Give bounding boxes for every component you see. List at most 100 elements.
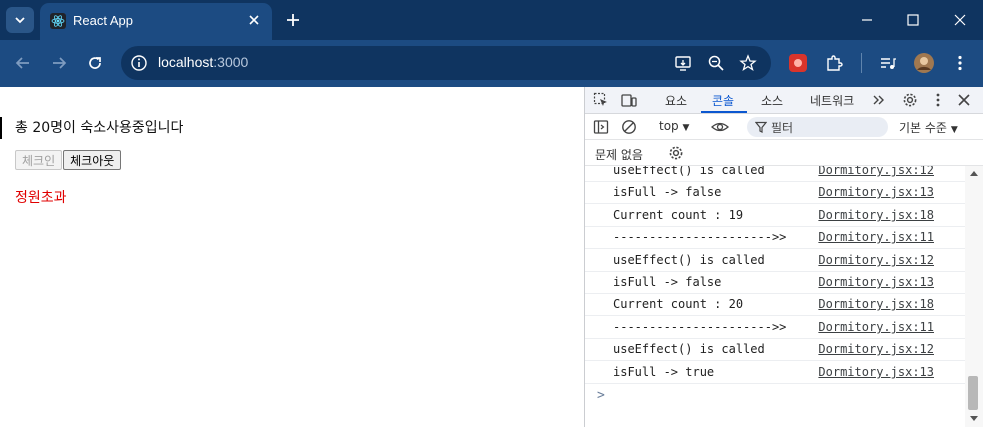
console-filter-bar: top ▼ 필터 기본 수준 ▼	[585, 114, 983, 140]
log-message: isFull -> false	[613, 185, 722, 199]
kebab-menu-icon	[936, 93, 940, 107]
forward-button[interactable]	[49, 53, 69, 73]
tab-title: React App	[73, 13, 133, 28]
page-edge-marker	[0, 117, 2, 139]
log-source-link[interactable]: Dormitory.jsx:13	[818, 275, 934, 289]
tab-sources[interactable]: 소스	[761, 92, 783, 109]
device-toolbar-button[interactable]	[620, 91, 638, 109]
arrow-right-icon	[53, 57, 67, 69]
browser-toolbar: localhost:3000	[0, 40, 983, 87]
reload-button[interactable]	[85, 53, 105, 73]
avatar	[914, 53, 934, 73]
sidebar-toggle-button[interactable]	[592, 118, 610, 136]
issues-bar: 문제 없음	[585, 140, 983, 166]
log-message: isFull -> false	[613, 275, 722, 289]
scroll-up-icon[interactable]	[970, 170, 978, 178]
log-message: useEffect() is called	[613, 253, 765, 267]
devtools-menu-button[interactable]	[929, 91, 947, 109]
dropdown-arrow-icon: ▼	[950, 125, 958, 135]
log-message: Current count : 20	[613, 297, 744, 311]
log-row: isFull -> true Dormitory.jsx:13	[585, 362, 965, 384]
profile-button[interactable]	[913, 52, 935, 74]
active-tab-indicator	[701, 111, 747, 113]
devtools-tabbar: 요소 콘솔 소스 네트워크	[585, 87, 983, 114]
log-row: Current count : 20 Dormitory.jsx:18	[585, 294, 965, 316]
checkin-button[interactable]: 체크인	[15, 150, 63, 170]
log-row: useEffect() is called Dormitory.jsx:12	[585, 166, 965, 182]
log-message: isFull -> true	[613, 365, 715, 379]
inspect-element-button[interactable]	[592, 91, 610, 109]
clear-console-button[interactable]	[620, 118, 638, 136]
browser-menu-button[interactable]	[950, 53, 970, 73]
log-source-link[interactable]: Dormitory.jsx:12	[818, 342, 934, 356]
page-viewport: 총 20명이 숙소사용중입니다 체크인 체크아웃 정원초과	[0, 87, 584, 427]
gear-icon	[669, 146, 683, 160]
minimize-icon[interactable]	[859, 12, 875, 28]
console-settings-button[interactable]	[667, 144, 685, 162]
log-level-select[interactable]: 기본 수준 ▼	[899, 119, 958, 136]
scroll-thumb[interactable]	[968, 376, 978, 410]
url-port: :3000	[213, 54, 249, 70]
checkout-button[interactable]: 체크아웃	[63, 150, 122, 170]
issues-text: 문제 없음	[595, 148, 643, 162]
new-tab-icon[interactable]	[284, 11, 302, 29]
toolbar-separator	[861, 53, 862, 73]
filter-icon	[755, 121, 767, 133]
browser-tab[interactable]: React App	[40, 3, 272, 40]
console-scrollbar[interactable]	[965, 166, 983, 427]
extension-red-icon	[789, 54, 807, 72]
capacity-warning: 정원초과	[15, 190, 67, 206]
extension-button[interactable]	[788, 53, 808, 73]
log-source-link[interactable]: Dormitory.jsx:18	[818, 297, 934, 311]
address-bar[interactable]: localhost:3000	[121, 46, 771, 80]
puzzle-icon	[827, 55, 843, 71]
scroll-down-icon[interactable]	[970, 414, 978, 422]
site-info-icon[interactable]	[130, 54, 148, 72]
tab-console[interactable]: 콘솔	[712, 92, 734, 109]
bookmark-star-icon[interactable]	[739, 54, 757, 72]
log-row: ---------------------->> Dormitory.jsx:11	[585, 317, 965, 339]
media-control-button[interactable]	[878, 53, 898, 73]
more-tabs-button[interactable]	[870, 91, 888, 109]
context-value: top	[659, 119, 679, 133]
sidebar-icon	[593, 120, 609, 134]
react-logo-icon	[50, 13, 66, 29]
install-app-icon[interactable]	[674, 54, 692, 72]
block-icon	[622, 120, 636, 134]
window-close-icon[interactable]	[952, 12, 968, 28]
log-source-link[interactable]: Dormitory.jsx:12	[818, 253, 934, 267]
reload-icon	[89, 57, 101, 69]
log-row: ---------------------->> Dormitory.jsx:11	[585, 227, 965, 249]
log-source-link[interactable]: Dormitory.jsx:12	[818, 166, 934, 177]
devtools-settings-button[interactable]	[901, 91, 919, 109]
filter-input[interactable]: 필터	[747, 117, 888, 137]
log-source-link[interactable]: Dormitory.jsx:13	[818, 365, 934, 379]
tab-strip: React App	[0, 0, 983, 40]
console-prompt[interactable]: >	[597, 388, 605, 403]
log-source-link[interactable]: Dormitory.jsx:13	[818, 185, 934, 199]
log-message: ---------------------->>	[613, 320, 787, 334]
log-level-value: 기본 수준	[899, 121, 947, 135]
log-source-link[interactable]: Dormitory.jsx:11	[818, 320, 934, 334]
log-message: Current count : 19	[613, 208, 744, 222]
tab-search-button[interactable]	[6, 7, 34, 33]
extensions-menu-button[interactable]	[824, 53, 844, 73]
log-source-link[interactable]: Dormitory.jsx:18	[818, 208, 934, 222]
back-button[interactable]	[13, 53, 33, 73]
log-row: useEffect() is called Dormitory.jsx:12	[585, 250, 965, 272]
devtools-close-button[interactable]	[955, 91, 973, 109]
context-select[interactable]: top ▼	[659, 119, 689, 133]
maximize-icon[interactable]	[905, 12, 921, 28]
zoom-icon[interactable]	[707, 54, 725, 72]
log-message: useEffect() is called	[613, 342, 765, 356]
close-icon[interactable]	[246, 12, 262, 28]
playlist-icon	[881, 58, 896, 69]
live-expression-button[interactable]	[711, 118, 729, 136]
inspect-icon	[593, 92, 607, 106]
devtools-panel: 요소 콘솔 소스 네트워크 top ▼ 필터 기본 수준 ▼ 문제 없음 use…	[584, 87, 983, 427]
tab-network[interactable]: 네트워크	[810, 92, 854, 109]
tab-elements[interactable]: 요소	[665, 92, 687, 109]
url-host: localhost	[158, 54, 214, 70]
close-icon	[958, 94, 970, 106]
log-source-link[interactable]: Dormitory.jsx:11	[818, 230, 934, 244]
